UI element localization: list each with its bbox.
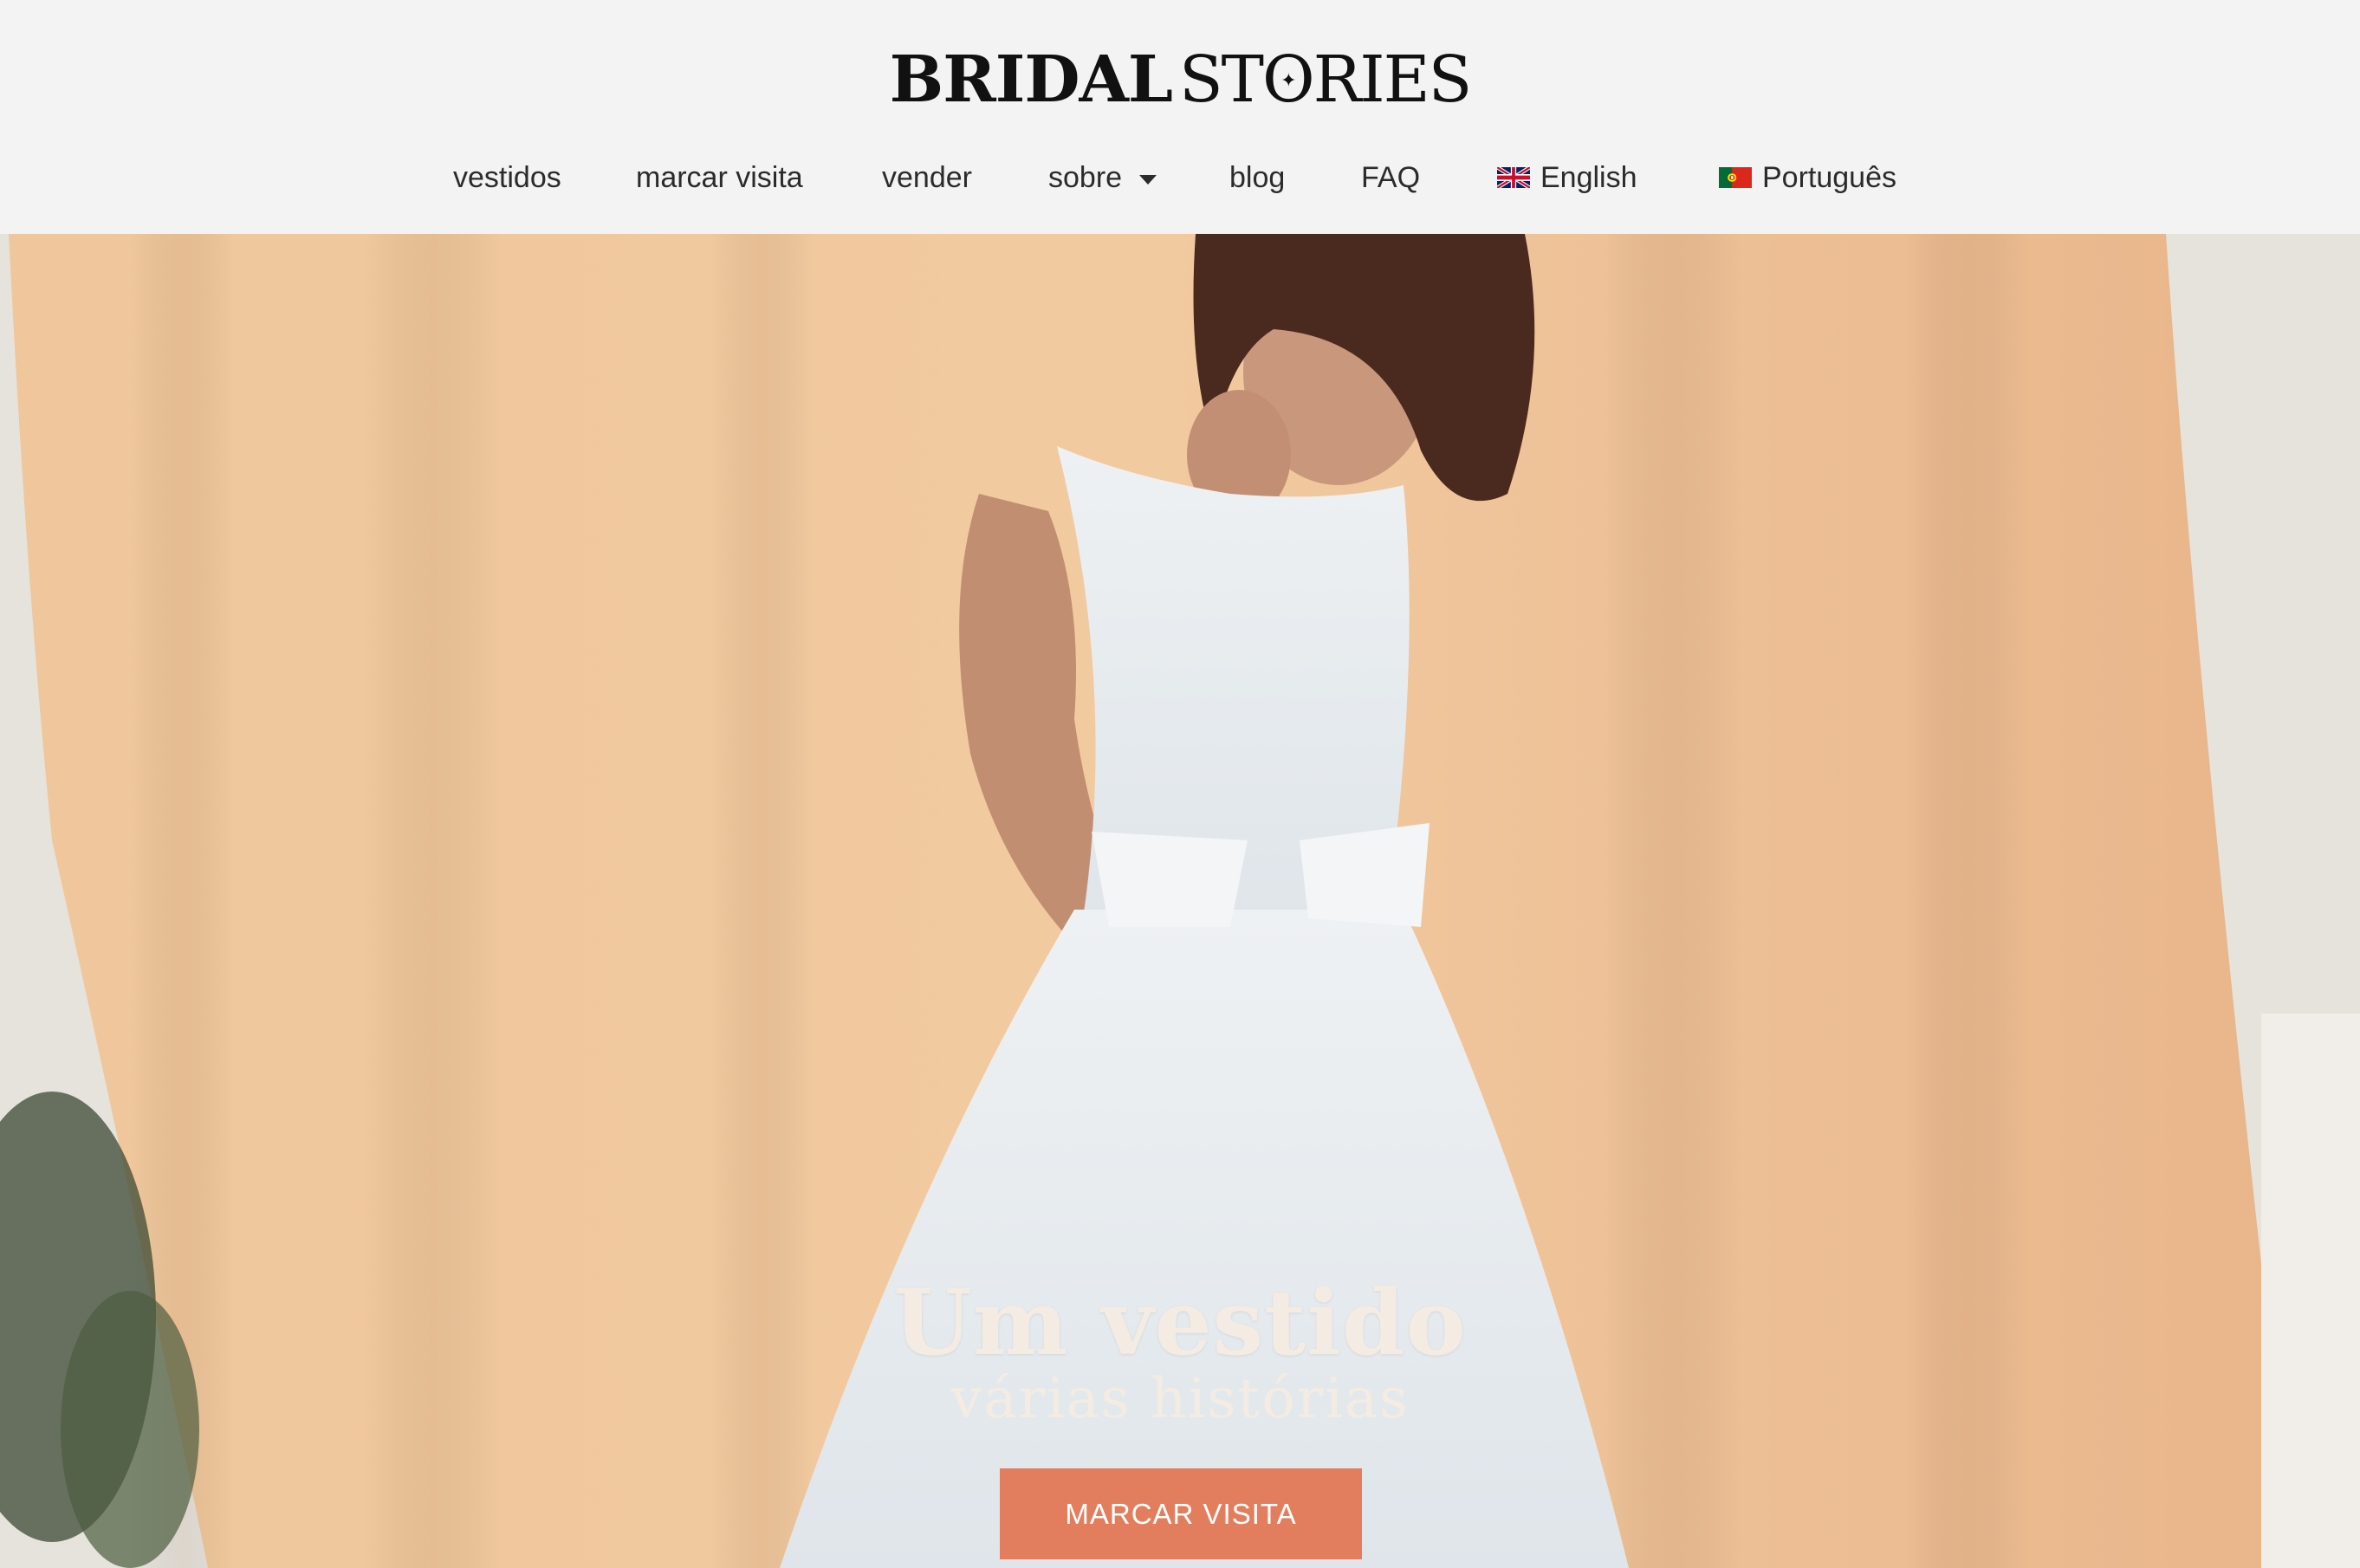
nav-item-sobre[interactable]: sobre [1048, 156, 1157, 199]
nav-item-blog[interactable]: blog [1229, 156, 1285, 199]
portugal-flag-icon [1719, 167, 1752, 188]
nav-label: English [1540, 160, 1637, 194]
uk-flag-icon [1497, 167, 1530, 188]
nav-label: blog [1229, 160, 1286, 194]
bridal-stories-logo[interactable]: BRIDAL STO ✦ RIES [890, 42, 1473, 118]
hero-title: Um vestido [893, 1269, 1467, 1376]
marcar-visita-button[interactable]: MARCAR VISITA [1000, 1468, 1362, 1559]
logo-star-icon: ✦ [1280, 69, 1296, 92]
site-header: BRIDAL STO ✦ RIES vestidos marcar visita v… [0, 0, 2360, 234]
nav-label: marcar visita [636, 160, 803, 194]
nav-label: vestidos [453, 160, 561, 194]
logo-word-bridal: BRIDAL [889, 42, 1173, 117]
nav-item-language-english[interactable]: English [1497, 156, 1637, 199]
hero-subtitle: várias histórias [950, 1367, 1410, 1431]
main-navigation: vestidos marcar visita vender sobre blog… [0, 147, 2360, 208]
nav-label: FAQ [1361, 160, 1421, 194]
nav-item-language-portugues[interactable]: Português [1719, 156, 1896, 199]
nav-item-marcar-visita[interactable]: marcar visita [636, 156, 803, 199]
hero-banner: Um vestido várias histórias MARCAR VISIT… [0, 234, 2360, 1568]
nav-item-faq[interactable]: FAQ [1361, 156, 1420, 199]
nav-label: vender [882, 160, 972, 194]
nav-item-vestidos[interactable]: vestidos [453, 156, 561, 199]
chevron-down-icon [1139, 174, 1157, 185]
nav-label: sobre [1048, 160, 1123, 194]
logo-word-stories: STO ✦ RIES [1178, 42, 1472, 117]
nav-item-vender[interactable]: vender [882, 156, 972, 199]
nav-label: Português [1762, 160, 1896, 194]
